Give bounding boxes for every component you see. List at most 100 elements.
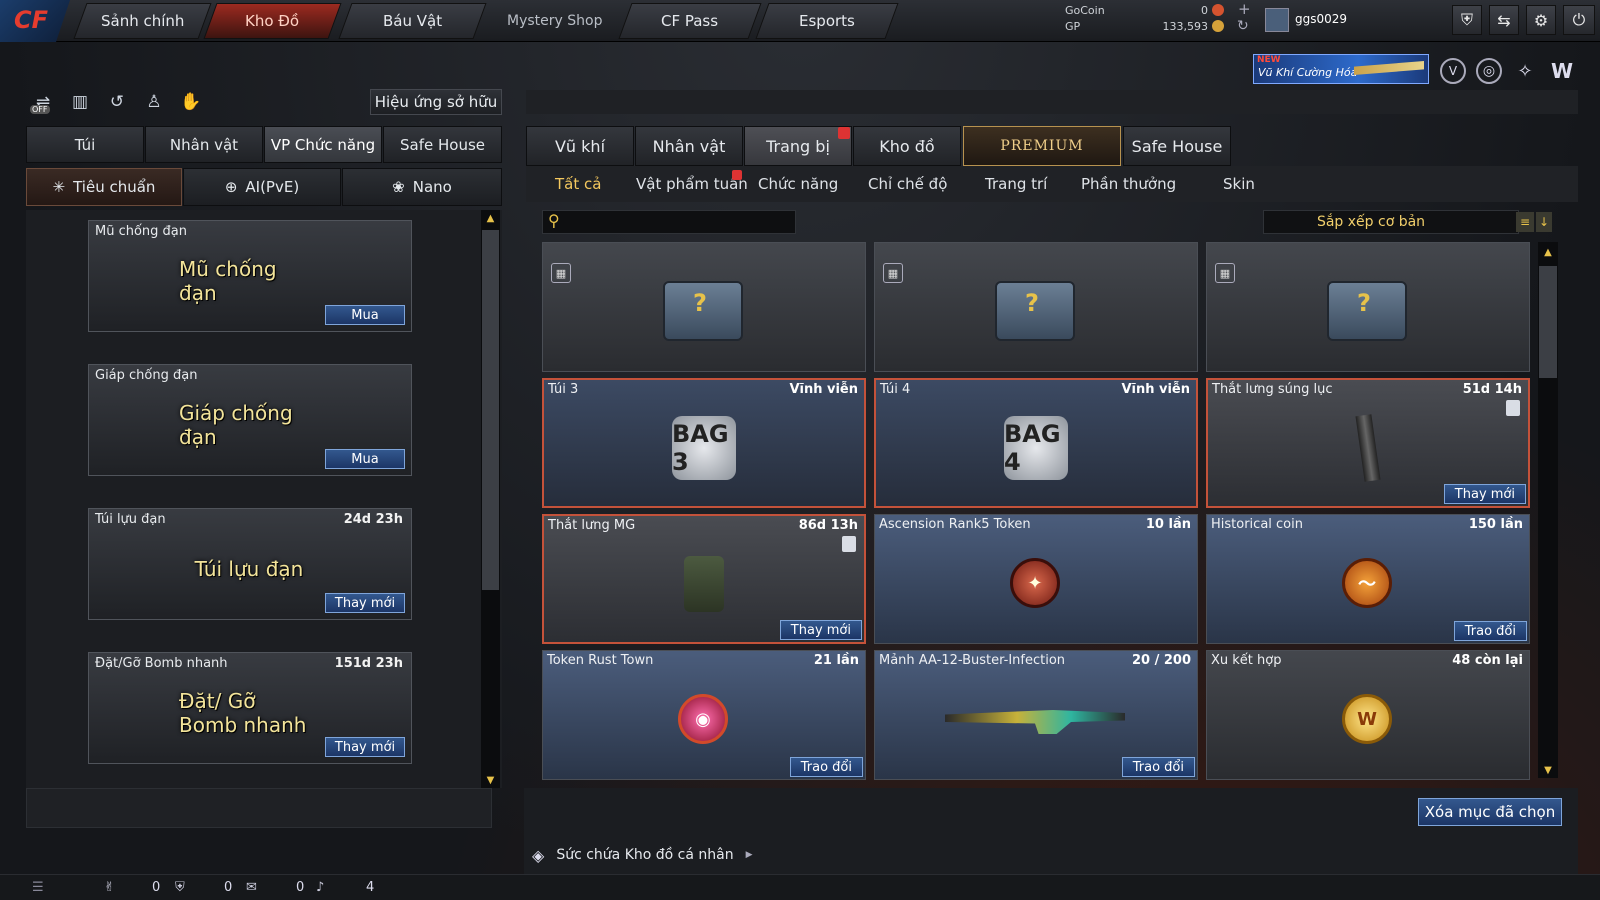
item-card[interactable]: Mảnh AA-12-Buster-Infection 20 / 200 Tra… <box>874 650 1198 780</box>
subtab-standard[interactable]: ✳ Tiêu chuẩn <box>26 168 182 206</box>
exit-room-icon[interactable]: ⇆ <box>1489 5 1519 35</box>
right-scroll-thumb[interactable] <box>1539 266 1557 378</box>
glove-icon[interactable]: ✋ <box>178 90 204 114</box>
trash-icon[interactable] <box>1506 400 1520 416</box>
right-tab-premium[interactable]: PREMIUM <box>963 126 1121 166</box>
capacity-toggle[interactable]: ◈ Sức chứa Kho đồ cá nhân ▶ <box>532 840 762 870</box>
renew-button[interactable]: Thay mới <box>779 620 862 640</box>
item-card[interactable]: Historical coin 150 lần 〜 Trao đổi <box>1206 514 1530 644</box>
category-function[interactable]: Chức năng <box>758 172 838 196</box>
right-tab-character[interactable]: Nhân vật <box>635 126 743 166</box>
clan-count: 0 <box>224 880 233 895</box>
chat-icon[interactable]: ✉ <box>246 880 257 895</box>
trash-icon[interactable] <box>842 536 856 552</box>
right-tab-safe-house[interactable]: Safe House <box>1123 126 1231 166</box>
nav-tab-treasure[interactable]: Báu Vật <box>338 3 487 39</box>
item-name: Ascension Rank5 Token <box>879 517 1031 532</box>
category-mode-only[interactable]: Chỉ chế độ <box>868 172 947 196</box>
renew-button[interactable]: Thay mới <box>325 737 405 757</box>
subtab-ai-pve[interactable]: ⊕ AI(PvE) <box>183 168 341 206</box>
left-scroll-thumb[interactable] <box>482 230 499 590</box>
item-name: Túi 3 <box>548 382 579 397</box>
gift-icon: ▦ <box>1215 263 1235 283</box>
left-scrollbar[interactable] <box>481 210 500 788</box>
clan-shield-icon[interactable]: ⛨ <box>175 880 185 895</box>
status-bar: ☰ ✌ 0 ⛨ 0 ✉ 0 ♪ 4 <box>0 874 1600 900</box>
gift-icon: ▦ <box>551 263 571 283</box>
globe-icon[interactable]: ◎ <box>1476 58 1502 84</box>
left-tab-bag[interactable]: Túi <box>26 126 144 163</box>
item-card[interactable]: Token Rust Town 21 lần ◉ Trao đổi <box>542 650 866 780</box>
combine-coin-icon: W <box>1342 694 1392 744</box>
item-card-chest[interactable]: ▦ <box>542 242 866 372</box>
exchange-button[interactable]: Trao đổi <box>789 757 863 777</box>
volume-icon[interactable]: ♪ <box>316 880 324 895</box>
sort-order-icon[interactable]: ↓ <box>1536 212 1552 232</box>
clear-selected-button[interactable]: Xóa mục đã chọn <box>1418 798 1562 826</box>
gocoin-value: 0 <box>1201 4 1208 17</box>
category-rewards[interactable]: Phần thưởng <box>1081 172 1176 196</box>
nav-tab-lobby[interactable]: Sảnh chính <box>73 3 212 39</box>
buy-button[interactable]: Mua <box>325 305 405 325</box>
w-logo-icon[interactable]: W <box>1548 58 1576 84</box>
nav-tab-mystery-shop[interactable]: Mystery Shop <box>483 3 626 39</box>
left-item-card[interactable]: Giáp chống đạn Giáp chống đạn Mua <box>88 364 412 476</box>
item-card[interactable]: Thắt lưng súng lục 51d 14h Thay mới <box>1206 378 1530 508</box>
right-tab-storage[interactable]: Kho đồ <box>853 126 961 166</box>
emblem-icon[interactable]: V <box>1440 58 1466 84</box>
username[interactable]: ggs0029 <box>1295 12 1347 26</box>
scroll-up-arrow-icon[interactable]: ▲ <box>1538 244 1558 260</box>
category-decoration[interactable]: Trang trí <box>985 172 1047 196</box>
category-skin[interactable]: Skin <box>1223 172 1255 196</box>
item-card[interactable]: Ascension Rank5 Token 10 lần ✦ <box>874 514 1198 644</box>
item-card[interactable]: Túi 4 Vĩnh viễn BAG 4 <box>874 378 1198 508</box>
ranking-icon[interactable]: ▥ <box>67 90 93 114</box>
refresh-icon[interactable]: ↻ <box>1237 18 1249 34</box>
item-card[interactable]: Xu kết hợp 48 còn lại W <box>1206 650 1530 780</box>
sort-dropdown[interactable]: Sắp xếp cơ bản <box>1263 210 1519 234</box>
left-item-card[interactable]: Túi lựu đạn 24d 23h Túi lựu đạn Thay mới <box>88 508 412 620</box>
add-currency-icon[interactable]: + <box>1238 0 1251 18</box>
search-input[interactable] <box>542 210 796 234</box>
nav-tab-esports[interactable]: Esports <box>755 3 899 39</box>
item-card[interactable]: Túi 3 Vĩnh viễn BAG 3 <box>542 378 866 508</box>
right-scrollbar[interactable] <box>1538 242 1558 778</box>
category-all[interactable]: Tất cả <box>555 172 601 196</box>
left-tab-safe-house[interactable]: Safe House <box>383 126 502 163</box>
settings-gear-icon[interactable]: ⚙ <box>1526 5 1556 35</box>
power-icon[interactable]: ⏻ <box>1563 5 1595 35</box>
left-tab-character[interactable]: Nhân vật <box>145 126 263 163</box>
item-card-chest[interactable]: ▦ <box>1206 242 1530 372</box>
subtab-nano[interactable]: ❀ Nano <box>342 168 502 206</box>
nano-icon: ❀ <box>392 178 405 196</box>
menu-list-icon[interactable]: ☰ <box>32 880 44 895</box>
renew-button[interactable]: Thay mới <box>1443 484 1526 504</box>
history-icon[interactable]: ↺ <box>104 90 130 114</box>
left-tab-function-items[interactable]: VP Chức năng <box>264 126 382 163</box>
exchange-button[interactable]: Trao đổi <box>1453 621 1527 641</box>
left-item-card[interactable]: Mũ chống đạn Mũ chống đạn Mua <box>88 220 412 332</box>
chat-count: 0 <box>296 880 305 895</box>
scroll-down-arrow-icon[interactable]: ▼ <box>1538 762 1558 778</box>
right-tab-equipment[interactable]: Trang bị <box>744 126 852 166</box>
owned-effects-button[interactable]: Hiệu ứng sở hữu <box>370 89 502 115</box>
nav-tab-cf-pass[interactable]: CF Pass <box>618 3 762 39</box>
buy-button[interactable]: Mua <box>325 449 405 469</box>
gift-badge-icon <box>732 170 742 180</box>
banner-text: Vũ Khí Cường Hóa <box>1258 66 1358 79</box>
nav-tab-inventory[interactable]: Kho Đồ <box>203 3 342 39</box>
right-tab-weapons[interactable]: Vũ khí <box>526 126 634 166</box>
friends-icon[interactable]: ✌ <box>104 880 115 895</box>
renew-button[interactable]: Thay mới <box>325 593 405 613</box>
scroll-up-arrow-icon[interactable]: ▲ <box>481 210 500 226</box>
exchange-button[interactable]: Trao đổi <box>1121 757 1195 777</box>
shield-icon[interactable]: ⛨ <box>1452 5 1482 35</box>
item-card-chest[interactable]: ▦ <box>874 242 1198 372</box>
promo-banner[interactable]: NEW Vũ Khí Cường Hóa <box>1253 54 1429 84</box>
character-icon[interactable]: ♙ <box>141 90 167 114</box>
scroll-down-arrow-icon[interactable]: ▼ <box>481 772 500 788</box>
left-item-card[interactable]: Đặt/Gỡ Bomb nhanh 151d 23h Đặt/ Gỡ Bomb … <box>88 652 412 764</box>
list-view-icon[interactable]: ≡ <box>1516 212 1534 232</box>
crosshair-icon[interactable]: ✧ <box>1512 58 1538 84</box>
item-card[interactable]: Thắt lưng MG 86d 13h Thay mới <box>542 514 866 644</box>
